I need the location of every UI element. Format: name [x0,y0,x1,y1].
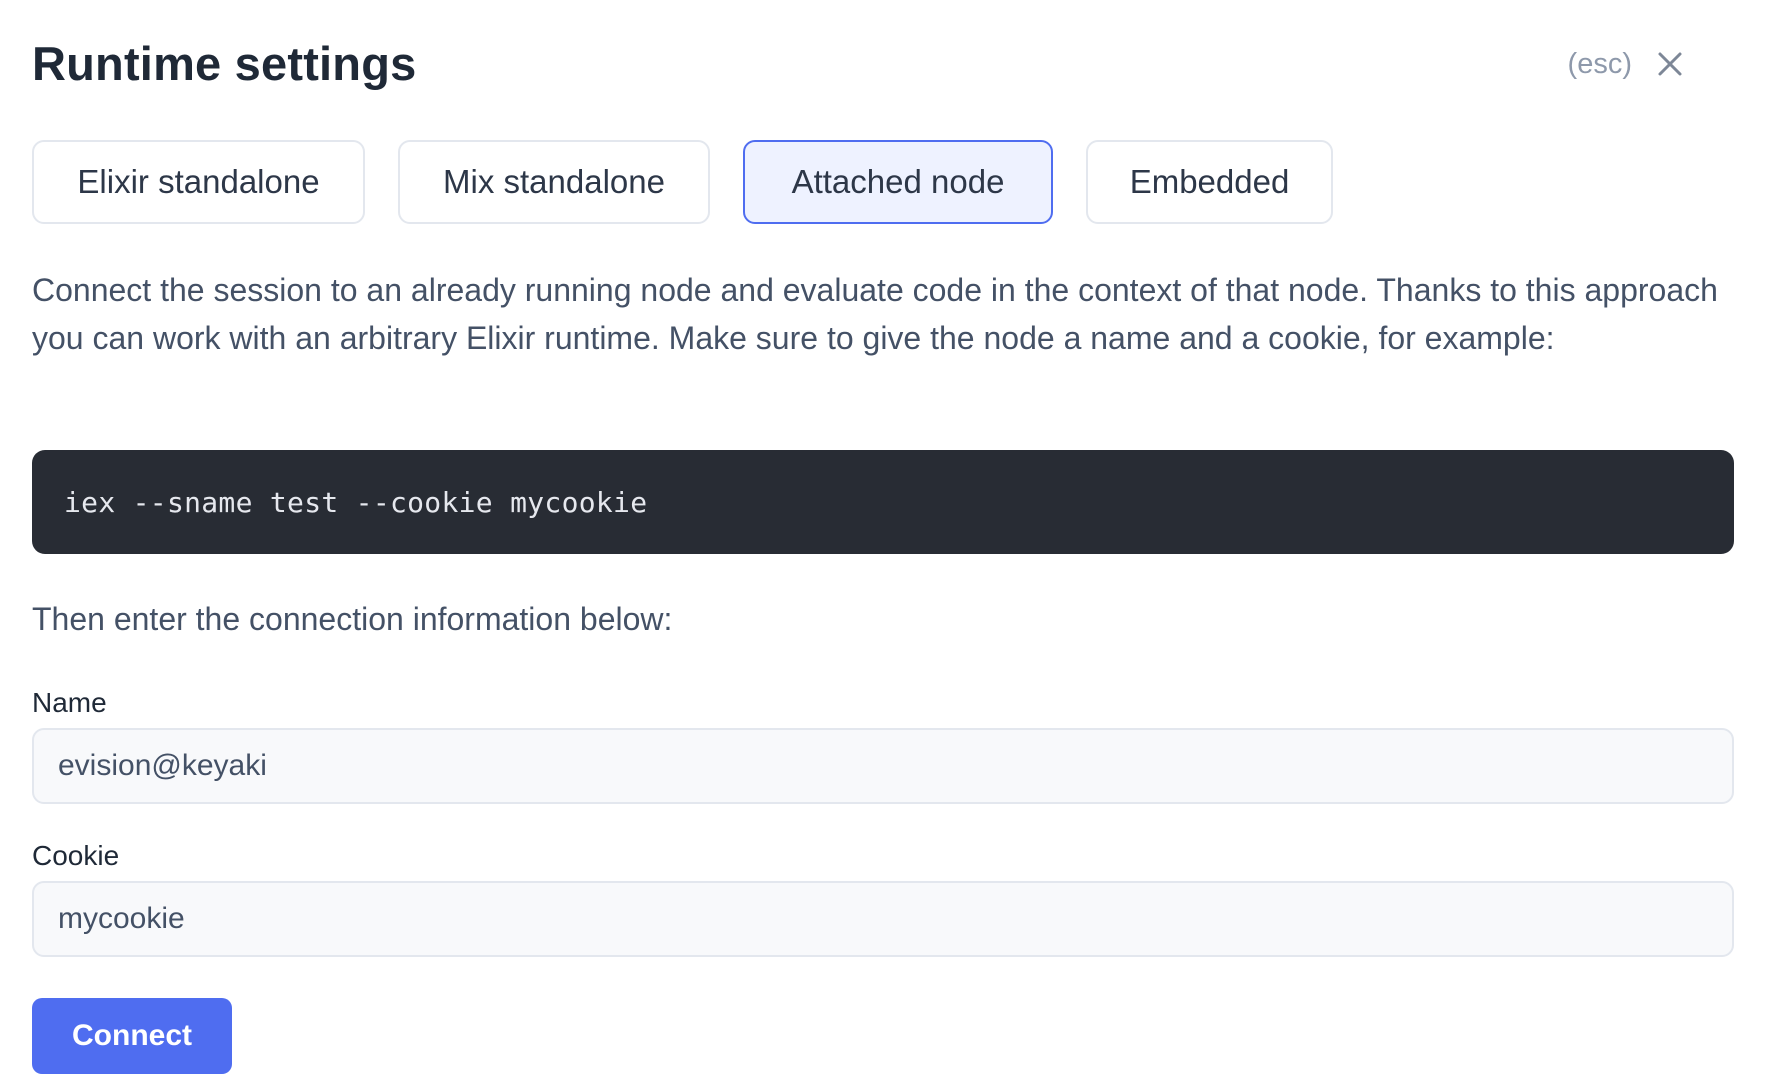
runtime-tabs: Elixir standalone Mix standalone Attache… [32,140,1333,224]
modal-title: Runtime settings [32,37,417,90]
tab-elixir-standalone[interactable]: Elixir standalone [32,140,365,224]
tab-embedded[interactable]: Embedded [1086,140,1333,224]
connect-button[interactable]: Connect [32,998,232,1074]
esc-hint: (esc) [1567,48,1632,80]
connection-instructions: Then enter the connection information be… [32,601,673,637]
runtime-description: Connect the session to an already runnin… [32,272,1718,356]
cookie-label: Cookie [32,840,120,871]
tab-mix-standalone[interactable]: Mix standalone [398,140,710,224]
name-label: Name [32,687,107,718]
runtime-settings-modal: Runtime settings (esc) Elixir standalone… [0,0,1766,1090]
close-area: (esc) [1568,44,1690,84]
close-button[interactable] [1650,44,1690,84]
cookie-input[interactable] [32,881,1734,957]
code-block: iex --sname test --cookie mycookie [32,450,1734,554]
close-icon [1658,52,1682,76]
code-example: iex --sname test --cookie mycookie [64,485,648,519]
tab-attached-node[interactable]: Attached node [743,140,1053,224]
name-input[interactable] [32,728,1734,804]
